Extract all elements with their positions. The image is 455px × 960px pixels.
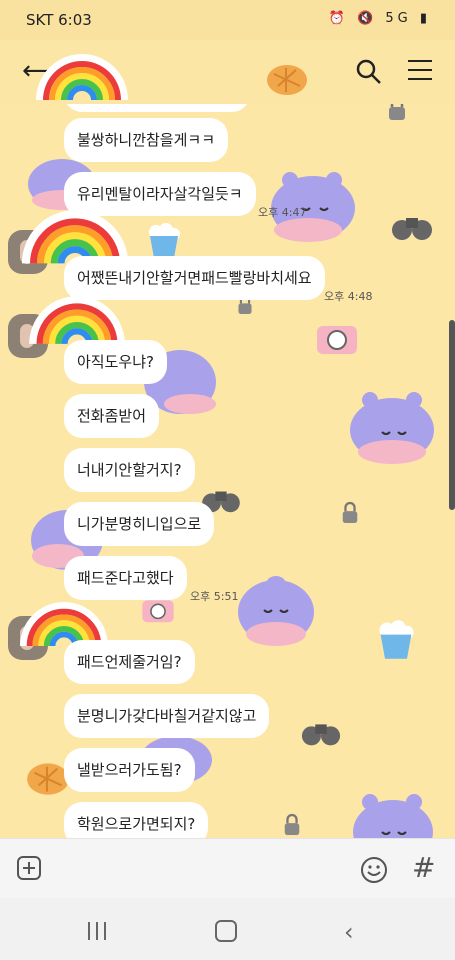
hashtag-icon[interactable]: # <box>412 851 435 884</box>
message-timestamp: 오후 5:51 <box>190 590 239 603</box>
home-icon[interactable] <box>215 920 237 942</box>
recents-icon[interactable] <box>88 922 108 940</box>
scrollbar[interactable] <box>449 320 455 510</box>
message-input-bar[interactable]: # <box>0 838 455 899</box>
hippo-sticker-icon <box>350 392 434 464</box>
chat-area[interactable]: 불쌍하니깐참을게ㅋㅋ 유리멘탈이라자살각일듯ㅋ 오후 4:47 어쨌뜬내기안할거… <box>0 104 455 838</box>
message-bubble: 낼받으러가도됨? <box>64 748 195 792</box>
popcorn-sticker-icon <box>379 620 414 659</box>
status-bar: SKT 6:03 ⏰ 🔇 5G ▮ <box>0 0 455 40</box>
rainbow-sticker-icon <box>36 54 128 101</box>
message-bubble: 니가분명히니입으로 <box>64 502 215 546</box>
message-bubble: 아직도우냐? <box>64 340 167 384</box>
message-bubble: 학원으로가면되지? <box>64 802 209 838</box>
message-bubble: 패드준다고했다 <box>64 556 187 600</box>
message-timestamp: 오후 4:47 <box>258 206 307 219</box>
menu-icon[interactable] <box>408 60 432 82</box>
nav-back-icon[interactable]: ‹ <box>344 918 354 946</box>
lock-sticker-icon <box>342 501 358 523</box>
lock-sticker-icon <box>284 813 300 835</box>
message-bubble-partial <box>64 104 250 112</box>
system-navigation-bar: ‹ <box>0 898 455 960</box>
message-bubble: 불쌍하니깐참을게ㅋㅋ <box>64 118 229 162</box>
plus-icon[interactable] <box>17 856 41 880</box>
message-bubble: 분명니가갖다바칠거같지않고 <box>64 694 270 738</box>
message-bubble: 패드언제줄거임? <box>64 640 195 684</box>
message-bubble: 전화좀받어 <box>64 394 160 438</box>
message-bubble: 유리멘탈이라자살각일듯ㅋ <box>64 172 256 216</box>
binoculars-sticker-icon <box>392 218 432 240</box>
emoji-icon[interactable] <box>360 856 388 884</box>
status-carrier-time: SKT 6:03 <box>26 11 92 29</box>
status-icons: ⏰ 🔇 5G ▮ <box>328 11 431 26</box>
hippo-sticker-icon <box>238 576 314 646</box>
hippo-sticker-icon <box>353 794 433 838</box>
search-icon[interactable] <box>355 58 383 86</box>
message-bubble: 어쨌뜬내기안할거면패드빨랑바치세요 <box>64 256 325 300</box>
lock-sticker-icon <box>389 104 405 120</box>
binoculars-sticker-icon <box>301 724 341 746</box>
chat-header: ⟵ <box>0 40 455 104</box>
camera-sticker-icon <box>317 326 357 354</box>
message-bubble: 너내기안할거지? <box>64 448 195 492</box>
melon-bread-sticker-icon <box>267 65 307 95</box>
popcorn-sticker-icon <box>149 223 180 258</box>
message-timestamp: 오후 4:48 <box>324 290 373 303</box>
